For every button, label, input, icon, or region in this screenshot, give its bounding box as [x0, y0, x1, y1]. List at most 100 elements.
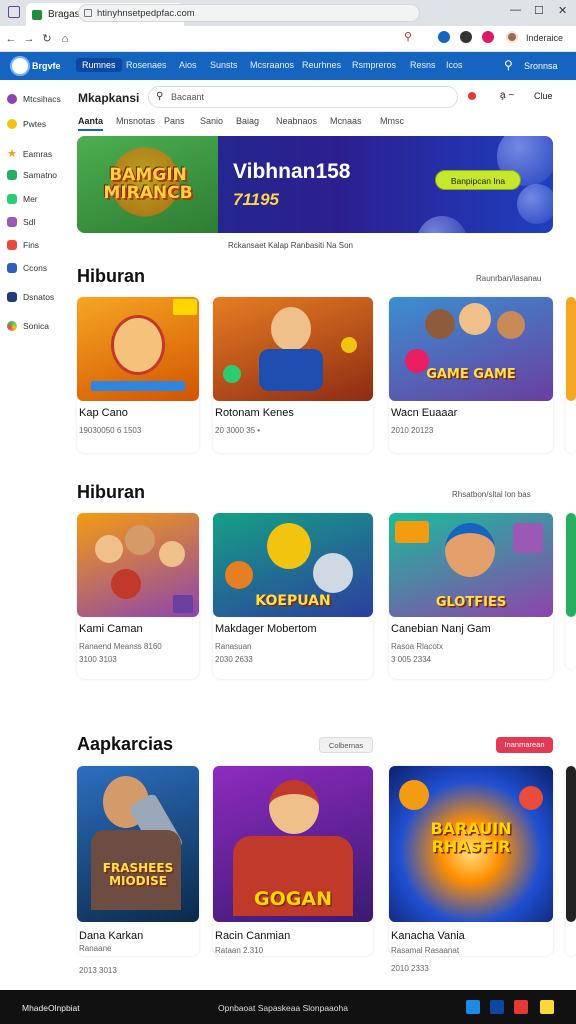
- blue-square-icon: [7, 263, 17, 273]
- banner-cta-button[interactable]: Banpipcan Ina: [435, 170, 521, 190]
- promo-banner[interactable]: BAMGIN MIRANCB Vibhnan158 71195 Banpipca…: [77, 136, 553, 233]
- card-meta: 2010 20123: [391, 426, 434, 435]
- reload-icon[interactable]: ↻: [38, 32, 56, 45]
- profile-label[interactable]: Inderaice: [526, 33, 563, 43]
- nav-tab[interactable]: Icos: [446, 60, 463, 70]
- extension-icon[interactable]: [460, 31, 472, 43]
- game-thumbnail: GOGAN: [213, 766, 373, 922]
- game-thumbnail: GLOTFIES: [389, 513, 553, 617]
- maximize-icon[interactable]: ☐: [534, 4, 544, 17]
- notification-badge[interactable]: [468, 92, 476, 100]
- star-icon: ★: [7, 148, 17, 160]
- yellow-badge-icon: [7, 119, 17, 129]
- sidebar-item[interactable]: Mtcsihacs: [7, 94, 61, 104]
- section-link[interactable]: Rhsatbon/sltal lon bas: [452, 490, 531, 499]
- subtab[interactable]: Pans: [164, 116, 185, 126]
- card-title: Dana Karkan: [79, 930, 144, 942]
- subtab[interactable]: Sanio: [200, 116, 223, 126]
- nav-tab[interactable]: Sunsts: [210, 60, 238, 70]
- brand-name[interactable]: Brgvfe: [32, 61, 61, 71]
- nav-tab[interactable]: Rsmpreros: [352, 60, 396, 70]
- header-right-label[interactable]: Clue: [534, 91, 553, 101]
- card-meta: Ranaend Meanss 8160: [79, 642, 162, 651]
- game-card[interactable]: GAME GAME Wacn Euaaar 2010 20123: [389, 297, 553, 453]
- subtab[interactable]: Mmsc: [380, 116, 404, 126]
- url-search-icon[interactable]: ⚲: [404, 30, 412, 43]
- sidebar: Mtcsihacs Pwtes ★ Eamras Samatno Mer Sdl…: [0, 82, 70, 982]
- section-title: Hiburan: [77, 482, 146, 502]
- subtab[interactable]: Mcnaas: [330, 116, 362, 126]
- subtab[interactable]: Mnsnotas: [116, 116, 155, 126]
- sidebar-item[interactable]: Samatno: [7, 170, 57, 180]
- sidebar-item[interactable]: Ccons: [7, 263, 47, 273]
- game-card[interactable]: KOEPUAN Makdager Mobertom Ranasuan 2030 …: [213, 513, 373, 679]
- taskbar-app-icon[interactable]: [540, 1000, 554, 1014]
- game-card[interactable]: BARAUIN RHASFIR Kanacha Vania Rasamal Ra…: [389, 766, 553, 973]
- sidebar-item[interactable]: Sdl: [7, 217, 35, 227]
- taskbar-app-icon[interactable]: [490, 1000, 504, 1014]
- game-card[interactable]: FRASHEES MIODISE Dana Karkan Ranaane 201…: [77, 766, 199, 975]
- browser-menu-icon[interactable]: [8, 6, 20, 18]
- nav-right-label[interactable]: Sronnsa: [524, 61, 558, 71]
- sidebar-item-label: Mtcsihacs: [23, 94, 61, 104]
- subtab[interactable]: Aanta: [78, 116, 104, 131]
- avatar[interactable]: [506, 31, 518, 43]
- purple-circle-icon: [7, 94, 17, 104]
- sidebar-item[interactable]: Dsnatos: [7, 292, 54, 302]
- sidebar-item[interactable]: Pwtes: [7, 119, 46, 129]
- card-meta: 20 3000 35 •: [215, 426, 261, 435]
- filter-button[interactable]: Colbernas: [319, 737, 373, 753]
- card-title: Kanacha Vania: [391, 930, 465, 942]
- game-card-partial[interactable]: [566, 513, 576, 669]
- game-card[interactable]: Rotonam Kenes 20 3000 35 •: [213, 297, 373, 453]
- taskbar-app-icon[interactable]: [514, 1000, 528, 1014]
- home-icon[interactable]: ⌂: [56, 33, 74, 45]
- game-thumbnail: [566, 297, 576, 401]
- site-info-icon[interactable]: [84, 9, 92, 17]
- card-meta: Rasoa Rlacotx: [391, 642, 444, 651]
- game-card-partial[interactable]: [566, 297, 576, 453]
- nav-tab[interactable]: Resns: [410, 60, 436, 70]
- sidebar-item[interactable]: Mer: [7, 194, 38, 204]
- settings-icon[interactable]: a̧ ~: [500, 90, 514, 101]
- sidebar-item[interactable]: ★ Eamras: [7, 147, 52, 160]
- green-square-icon: [7, 194, 17, 204]
- nav-tab[interactable]: Rumnes: [76, 58, 122, 72]
- sidebar-item-label: Ccons: [23, 263, 48, 273]
- brand-logo-icon[interactable]: [10, 56, 30, 76]
- nav-tab[interactable]: Reurhnes: [302, 60, 341, 70]
- card-title: Rotonam Kenes: [215, 407, 294, 419]
- taskbar-label[interactable]: MhadeOlnpbiat: [22, 1003, 80, 1013]
- extension-icon[interactable]: [438, 31, 450, 43]
- game-card[interactable]: GOGAN Racin Canmian Rataan 2.310: [213, 766, 373, 956]
- nav-tab[interactable]: Rosenaes: [126, 60, 167, 70]
- window-close-icon[interactable]: ✕: [558, 4, 567, 17]
- nav-tab[interactable]: Aios: [179, 60, 197, 70]
- card-meta: 2013 3013: [79, 966, 117, 975]
- forward-icon[interactable]: →: [20, 33, 38, 45]
- minimize-icon[interactable]: —: [510, 4, 521, 16]
- back-icon[interactable]: ←: [2, 33, 20, 45]
- extension-icon[interactable]: [482, 31, 494, 43]
- filter-button-active[interactable]: Inanmarean: [496, 737, 553, 753]
- nav-tab[interactable]: Mcsraanos: [250, 60, 294, 70]
- subtab[interactable]: Baiag: [236, 116, 259, 126]
- page-title: Mkapkansi: [78, 91, 140, 105]
- game-card[interactable]: Kami Caman Ranaend Meanss 8160 3100 3103: [77, 513, 199, 679]
- search-input[interactable]: Bacaant: [148, 86, 458, 108]
- green-square-icon: [7, 170, 17, 180]
- section-link[interactable]: Raunrban/lasanau: [476, 274, 541, 283]
- sidebar-item-label: Dsnatos: [23, 292, 55, 302]
- url-input[interactable]: htinyhnsetpedpfac.com: [78, 4, 420, 22]
- search-icon[interactable]: ⚲: [504, 58, 513, 72]
- game-card[interactable]: GLOTFIES Canebian Nanj Gam Rasoa Rlacotx…: [389, 513, 553, 679]
- sidebar-item-label: Sdl: [23, 217, 36, 227]
- navy-square-icon: [7, 292, 17, 302]
- subtab[interactable]: Neabnaos: [276, 116, 317, 126]
- game-card-partial[interactable]: [566, 766, 576, 956]
- taskbar-app-icon[interactable]: [466, 1000, 480, 1014]
- sidebar-item[interactable]: Sonica: [7, 321, 49, 331]
- game-card[interactable]: Kap Cano 19030050 6 1503: [77, 297, 199, 453]
- thumbnail-text: FRASHEES MIODISE: [102, 861, 174, 888]
- sidebar-item[interactable]: Fins: [7, 240, 39, 250]
